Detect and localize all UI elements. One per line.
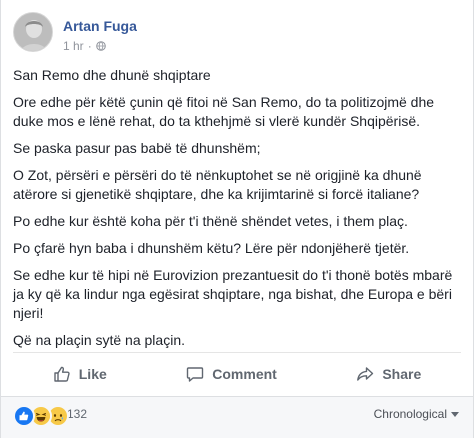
- reaction-count[interactable]: 132: [67, 407, 87, 421]
- post-paragraph: Ore edhe për këtë çunin që fitoi në San …: [13, 94, 435, 129]
- comment-label: Comment: [212, 366, 277, 382]
- like-button[interactable]: Like: [41, 361, 119, 387]
- post-paragraph: Se edhe kur të hipi në Eurovizion prezan…: [13, 267, 453, 321]
- share-arrow-icon: [357, 367, 374, 381]
- divider: [13, 352, 461, 353]
- post-card: Artan Fuga 1 hr · San Remo dhe dhunë shq…: [0, 0, 474, 438]
- sort-label: Chronological: [373, 407, 447, 421]
- post-paragraph: Po edhe kur është koha për t'i thënë shë…: [13, 213, 408, 229]
- comment-icon: [187, 367, 204, 382]
- post-header: Artan Fuga 1 hr ·: [13, 12, 453, 56]
- thumbs-up-icon: [54, 366, 70, 382]
- avatar-photo-icon: [14, 13, 52, 51]
- post-meta: 1 hr ·: [63, 39, 106, 53]
- author-name[interactable]: Artan Fuga: [63, 18, 137, 34]
- comment-button[interactable]: Comment: [174, 361, 289, 387]
- chevron-down-icon: [451, 411, 459, 417]
- post-paragraph: Që na plaçin sytë na plaçin.: [13, 332, 185, 348]
- post-paragraph: Po çfarë hyn baba i dhunshëm këtu? Lëre …: [13, 240, 410, 256]
- globe-icon[interactable]: [95, 41, 106, 51]
- post-actions: Like Comment Share: [13, 356, 461, 392]
- post-time[interactable]: 1 hr: [63, 39, 84, 53]
- comment-sort-dropdown[interactable]: Chronological: [374, 407, 459, 421]
- meta-separator: ·: [87, 39, 92, 53]
- post-paragraph: O Zot, përsëri e përsëri do të nënkuptoh…: [13, 167, 422, 202]
- avatar[interactable]: [13, 12, 53, 52]
- like-label: Like: [78, 366, 107, 382]
- post-paragraph: San Remo dhe dhunë shqiptare: [13, 67, 211, 83]
- share-button[interactable]: Share: [344, 361, 433, 387]
- post-body: San Remo dhe dhunë shqiptare Ore edhe pë…: [13, 66, 463, 358]
- share-label: Share: [382, 366, 422, 382]
- post-paragraph: Se paska pasur pas babë të dhunshëm;: [13, 140, 261, 156]
- post-footer: 132 Chronological: [1, 397, 473, 438]
- reaction-icons[interactable]: [13, 405, 69, 427]
- like-reaction-icon: [13, 405, 35, 427]
